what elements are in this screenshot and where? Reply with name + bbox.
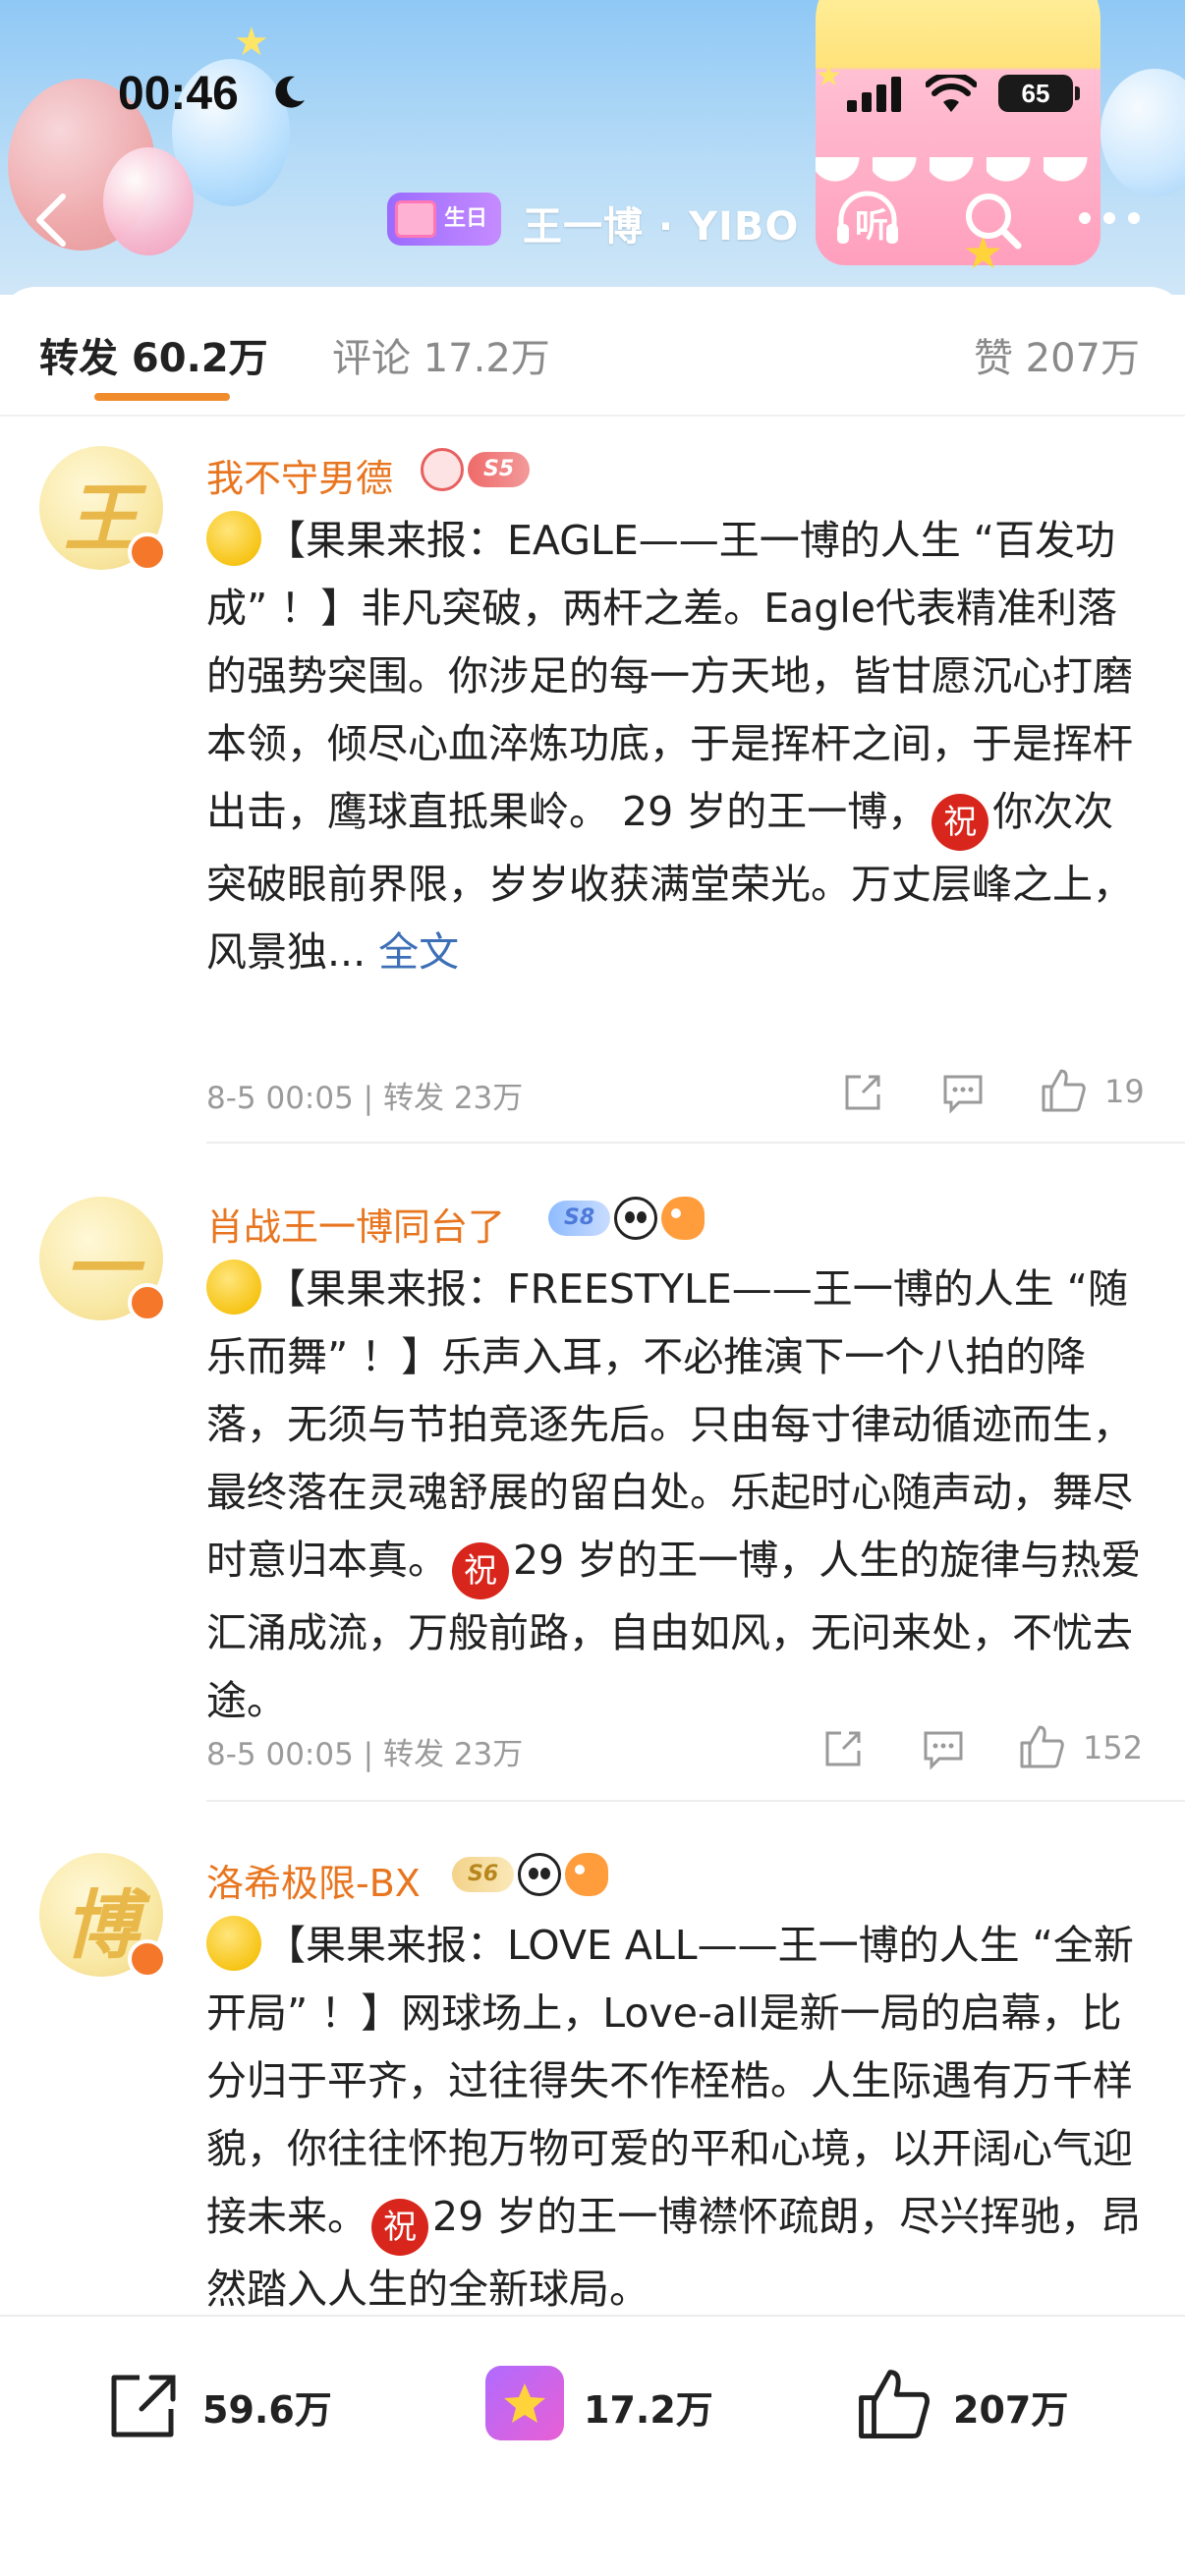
pufferfish-icon [565, 1853, 609, 1896]
blessing-icon: 祝 [452, 1542, 509, 1599]
repost-list: 王 我不守男德 S5 【果果来报：EAGLE——王一博的人生 “百发功成” ！】… [0, 417, 1185, 2352]
comment-icon[interactable] [941, 1071, 985, 1114]
birthday-badge-label: 生日 [443, 206, 487, 231]
active-tab-indicator [94, 393, 230, 401]
like-count: 207万 [953, 2388, 1069, 2432]
interaction-tabs: 转发 60.2万 评论 17.2万 赞 207万 [0, 287, 1185, 417]
panda-icon [614, 1197, 658, 1240]
post-meta: 8-5 00:05 | 转发 23万 [206, 1737, 524, 1772]
yellow-circle-icon [206, 1916, 261, 1971]
post-meta: 8-5 00:05 | 转发 23万 [206, 1081, 524, 1116]
share-icon[interactable] [841, 1071, 884, 1114]
fan-level-badge: S8 [548, 1201, 611, 1236]
bottom-action-bar: 59.6万 17.2万 207万 [0, 2315, 1185, 2576]
yellow-circle-icon [206, 1260, 261, 1315]
tab-likes[interactable]: 赞 207万 [974, 326, 1140, 383]
verified-badge-icon [128, 532, 167, 572]
verified-badge-icon [128, 1283, 167, 1322]
like-count: 19 [1104, 1073, 1145, 1110]
fan-level-badge: S5 [468, 452, 531, 487]
share-icon[interactable] [821, 1727, 865, 1770]
avatar[interactable]: 博 [39, 1853, 167, 1979]
like-icon[interactable] [1018, 1723, 1065, 1770]
panda-icon [518, 1853, 562, 1896]
list-item: 王 我不守男德 S5 【果果来报：EAGLE——王一博的人生 “百发功成” ！】… [0, 417, 1185, 1144]
listen-label: 听 [855, 206, 888, 246]
fan-level-badge: S6 [452, 1857, 515, 1892]
user-badges: S5 [421, 448, 531, 491]
blessing-icon: 祝 [931, 794, 989, 851]
post-text: 【果果来报：LOVE ALL——王一博的人生 “全新开局” ！】网球场上，Lov… [206, 1912, 1150, 2324]
like-button[interactable]: 207万 [855, 2366, 1110, 2444]
alarm-clock-icon [421, 448, 464, 491]
gift-icon [395, 200, 436, 238]
verified-badge-icon [128, 1939, 167, 1979]
profile-banner: ★ ★ ★ 00:46 65 生日 王一博 · YIBO 听 [0, 0, 1185, 295]
yellow-circle-icon [206, 511, 261, 566]
username[interactable]: 我不守男德 [206, 448, 393, 502]
signal-icon [847, 77, 901, 112]
share-icon [111, 2375, 176, 2437]
avatar[interactable]: 王 [39, 446, 167, 572]
list-item: 博 洛希极限-BX S6 【果果来报：LOVE ALL——王一博的人生 “全新开… [0, 1802, 1185, 2352]
birthday-badge[interactable]: 生日 [387, 193, 501, 246]
top-nav: 生日 王一博 · YIBO 听 [0, 185, 1185, 253]
moon-icon [275, 76, 305, 108]
wifi-icon [926, 75, 977, 112]
list-item: 一 肖战王一博同台了 S8 【果果来报：FREESTYLE——王一博的人生 “随… [0, 1144, 1185, 1802]
tab-comments[interactable]: 评论 17.2万 [332, 326, 550, 383]
user-badges: S8 [548, 1197, 705, 1240]
comment-button[interactable]: 17.2万 [485, 2366, 741, 2444]
star-comment-icon [485, 2366, 564, 2440]
more-options-icon[interactable] [1075, 208, 1144, 228]
pufferfish-icon [661, 1197, 705, 1240]
like-icon [859, 2370, 930, 2438]
post-text: 【果果来报：FREESTYLE——王一博的人生 “随乐而舞” ！】乐声入耳，不必… [206, 1256, 1150, 1735]
star-decoration: ★ [234, 20, 269, 65]
blessing-icon: 祝 [371, 2199, 428, 2256]
like-icon[interactable] [1040, 1067, 1087, 1114]
username[interactable]: 肖战王一博同台了 [206, 1197, 505, 1251]
user-badges: S6 [452, 1853, 609, 1896]
avatar[interactable]: 一 [39, 1197, 167, 1322]
username[interactable]: 洛希极限-BX [206, 1853, 421, 1907]
status-time: 00:46 [118, 68, 239, 120]
tab-reposts[interactable]: 转发 60.2万 [39, 326, 268, 383]
comment-count: 17.2万 [584, 2388, 713, 2432]
like-count: 152 [1083, 1729, 1144, 1766]
back-arrow-icon[interactable] [29, 191, 73, 250]
repost-button[interactable]: 59.6万 [106, 2366, 362, 2444]
page-title: 王一博 · YIBO [523, 204, 800, 250]
status-bar: 00:46 65 [0, 63, 1185, 122]
repost-count: 59.6万 [202, 2388, 332, 2432]
search-icon[interactable] [961, 189, 1024, 252]
comment-icon[interactable] [922, 1727, 965, 1770]
full-text-link[interactable]: 全文 [378, 928, 459, 976]
post-text: 【果果来报：EAGLE——王一博的人生 “百发功成” ！】非凡突破，两杆之差。E… [206, 507, 1150, 986]
battery-indicator: 65 [998, 75, 1080, 112]
